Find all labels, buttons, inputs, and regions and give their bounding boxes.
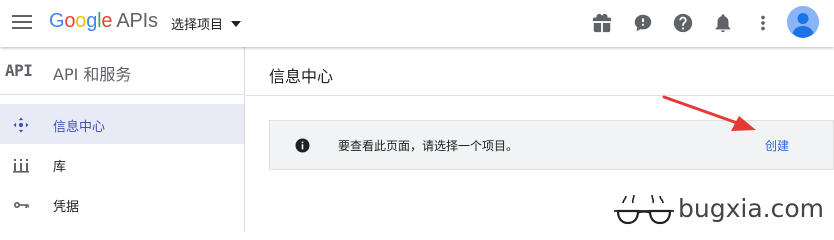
sidebar-item-credentials[interactable]: 凭据: [0, 184, 244, 224]
glasses-logo-icon: [612, 194, 676, 228]
google-apis-logo[interactable]: Google APIs: [49, 10, 158, 33]
menu-icon[interactable]: [12, 14, 32, 30]
dashboard-icon: [12, 116, 30, 134]
info-icon: [295, 138, 310, 153]
gift-icon[interactable]: [591, 12, 613, 34]
select-project-notice: 要查看此页面，请选择一个项目。 创建: [269, 120, 834, 170]
project-selector[interactable]: 选择项目: [171, 14, 242, 33]
title-divider: [246, 95, 834, 96]
notifications-icon[interactable]: [712, 12, 734, 34]
sidebar-item-library[interactable]: 库: [0, 144, 244, 184]
chevron-down-icon: [231, 21, 242, 27]
more-vert-icon[interactable]: [752, 12, 774, 34]
watermark: bugxia.com: [612, 186, 834, 232]
top-app-bar: Google APIs 选择项目: [0, 0, 834, 47]
sidebar-header: API API 和服务: [0, 47, 244, 95]
create-project-link[interactable]: 创建: [765, 137, 789, 154]
sidebar-item-label: 凭据: [53, 200, 80, 215]
key-icon: [12, 196, 30, 214]
logo-suffix: APIs: [116, 10, 158, 32]
sidebar-item-label: 库: [53, 160, 67, 175]
project-selector-label: 选择项目: [171, 18, 224, 33]
sidebar-title: API 和服务: [53, 65, 132, 84]
sidebar: API API 和服务 信息中心 库 凭据: [0, 47, 245, 232]
feedback-icon[interactable]: [632, 12, 654, 34]
library-icon: [12, 156, 30, 174]
help-icon[interactable]: [672, 12, 694, 34]
notice-message: 要查看此页面，请选择一个项目。: [338, 139, 519, 153]
watermark-text: bugxia.com: [678, 194, 824, 223]
api-logo: API: [5, 61, 33, 80]
sidebar-item-label: 信息中心: [53, 120, 106, 135]
page-title: 信息中心: [269, 67, 334, 86]
account-icon[interactable]: [787, 6, 819, 38]
sidebar-item-dashboard[interactable]: 信息中心: [0, 104, 244, 144]
